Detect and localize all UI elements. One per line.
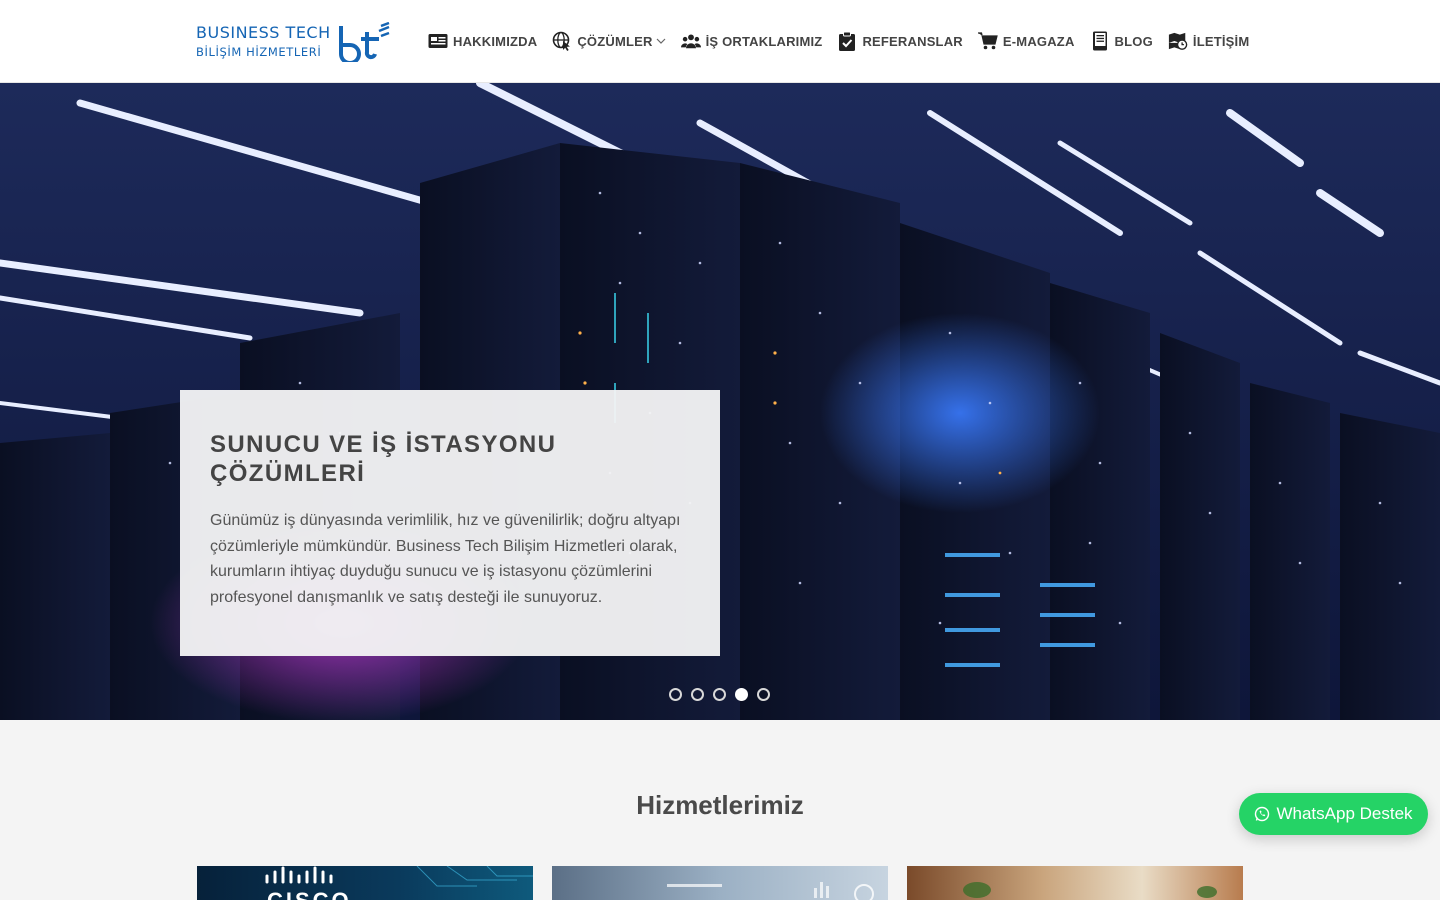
- nav-label: HAKKIMIZDA: [453, 33, 538, 49]
- slide-caption: SUNUCU VE İŞ İSTASYONU ÇÖZÜMLERİ Günümüz…: [180, 390, 720, 656]
- nav-label: İŞ ORTAKLARIMIZ: [705, 33, 823, 49]
- logo-text: BUSINESS TECH BİLİŞİM HİZMETLERİ: [196, 24, 331, 60]
- whatsapp-support-button[interactable]: WhatsApp Destek: [1239, 793, 1428, 835]
- slide-title: SUNUCU VE İŞ İSTASYONU ÇÖZÜMLERİ: [210, 431, 557, 487]
- service-card[interactable]: [552, 866, 888, 900]
- slide-description: Günümüz iş dünyasında verimlilik, hız ve…: [210, 512, 681, 606]
- nav-item-referanslar[interactable]: REFERANSLAR: [837, 31, 963, 51]
- site-header: BUSINESS TECH BİLİŞİM HİZMETLERİ HAKKIMI…: [0, 0, 1440, 83]
- chevron-down-icon: [656, 38, 666, 44]
- card-brand: CISCO: [267, 888, 352, 900]
- card-image: [667, 882, 874, 900]
- nav-label: BLOG: [1114, 33, 1153, 49]
- nav-label: İLETİŞİM: [1192, 33, 1250, 49]
- card-image: [963, 882, 1217, 898]
- hero-slider: SUNUCU VE İŞ İSTASYONU ÇÖZÜMLERİ Günümüz…: [0, 83, 1440, 720]
- whatsapp-label: WhatsApp Destek: [1276, 804, 1413, 823]
- nav-label: E-MAGAZA: [1002, 33, 1075, 49]
- newspaper-icon: [428, 31, 448, 51]
- whatsapp-icon: [1255, 806, 1270, 822]
- users-icon: [680, 31, 701, 51]
- services-section-title: Hizmetlerimiz: [636, 790, 804, 820]
- cisco-logo-icon: [265, 866, 533, 887]
- nav-item-cozumler[interactable]: ÇÖZÜMLER: [552, 31, 666, 51]
- nav-label: ÇÖZÜMLER: [577, 33, 653, 49]
- slider-dot[interactable]: [691, 688, 704, 701]
- main-nav: HAKKIMIZDA ÇÖZÜMLER İŞ ORTAKLARIMIZ REFE…: [428, 30, 1249, 52]
- nav-item-e-magaza[interactable]: E-MAGAZA: [977, 31, 1075, 51]
- clipboard-check-icon: [837, 31, 857, 51]
- slider-dot[interactable]: [757, 688, 770, 701]
- nav-item-iletisim[interactable]: İLETİŞİM: [1168, 31, 1250, 51]
- service-card[interactable]: CISCO: [197, 866, 533, 900]
- globe-pointer-icon: [552, 31, 572, 51]
- book-icon: [1090, 31, 1110, 51]
- slider-dot-active[interactable]: [735, 688, 748, 701]
- bt-logo-icon: [338, 22, 390, 62]
- service-card[interactable]: [907, 866, 1243, 900]
- logo-line2: BİLİŞİM HİZMETLERİ: [196, 45, 322, 59]
- nav-item-blog[interactable]: BLOG: [1090, 31, 1153, 51]
- nav-label: REFERANSLAR: [862, 33, 963, 49]
- logo-line1: BUSINESS TECH: [196, 23, 331, 42]
- site-logo[interactable]: BUSINESS TECH BİLİŞİM HİZMETLERİ: [196, 22, 396, 62]
- contact-map-icon: [1168, 31, 1188, 51]
- nav-item-hakkimizda[interactable]: HAKKIMIZDA: [428, 31, 537, 51]
- slider-dot[interactable]: [669, 688, 682, 701]
- cart-icon: [977, 31, 998, 51]
- nav-item-is-ortaklarimiz[interactable]: İŞ ORTAKLARIMIZ: [680, 31, 823, 51]
- slider-dot[interactable]: [713, 688, 726, 701]
- slider-pagination: [669, 688, 779, 701]
